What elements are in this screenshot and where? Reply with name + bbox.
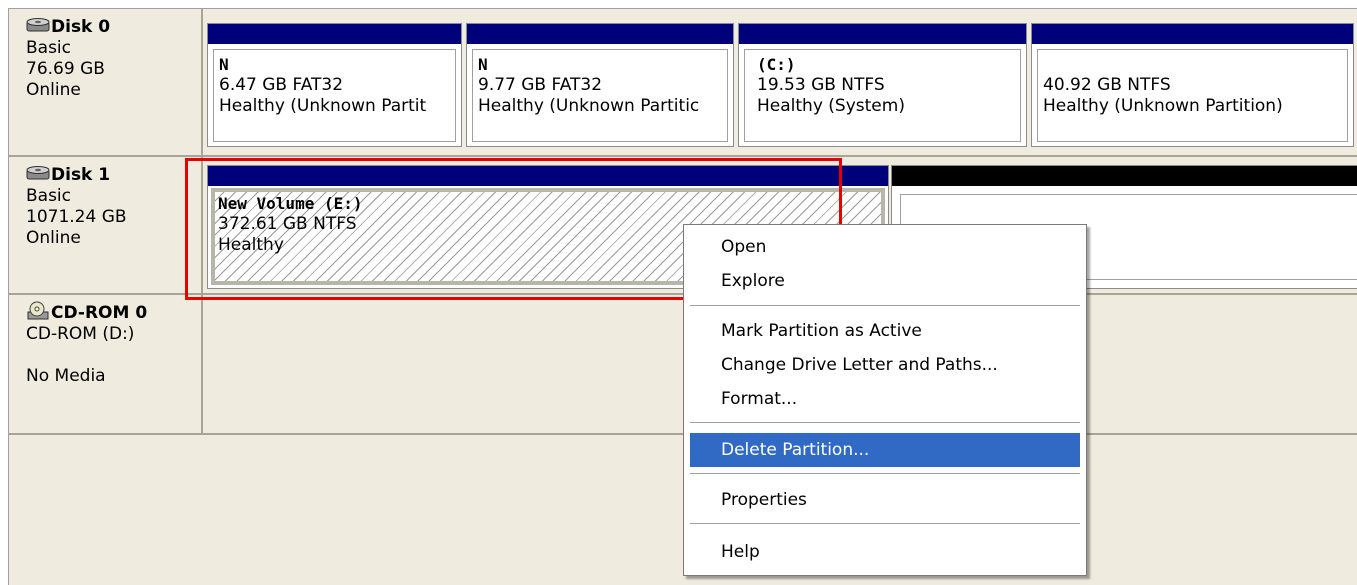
disk-type: Basic (26, 38, 72, 58)
disk-status: Online (26, 228, 81, 248)
partition-bar (208, 166, 888, 186)
menu-separator (690, 422, 1080, 423)
partition-body: 40.92 GB NTFS Healthy (Unknown Partition… (1037, 49, 1348, 142)
disk-name: Disk 1 (26, 165, 201, 186)
disk-row-disk-0: Disk 0 Basic 76.69 GB Online N 6.47 GB F… (9, 9, 1357, 156)
disk-size: 1071.24 GB (26, 207, 127, 227)
menu-item-explore[interactable]: Explore (690, 264, 1080, 298)
cdrom-icon (26, 301, 51, 327)
disk-info-disk-1[interactable]: Disk 1 Basic 1071.24 GB Online (9, 157, 203, 293)
partition-label: (C:) (757, 55, 796, 74)
partition-status: Healthy (System) (757, 96, 905, 116)
menu-separator (690, 473, 1080, 474)
disk-info-disk-0[interactable]: Disk 0 Basic 76.69 GB Online (9, 9, 203, 156)
partition-size: 6.47 GB FAT32 (219, 75, 344, 95)
menu-item-properties[interactable]: Properties (690, 483, 1080, 517)
disk-status: Online (26, 80, 81, 100)
partition-body: N 9.77 GB FAT32 Healthy (Unknown Partiti… (472, 49, 728, 142)
disk-status: No Media (26, 366, 106, 386)
menu-item-format[interactable]: Format... (690, 382, 1080, 416)
partition-size: 9.77 GB FAT32 (478, 75, 603, 95)
partition-label: N (478, 55, 488, 74)
disk-size (26, 345, 201, 366)
disk-size: 76.69 GB (26, 59, 105, 79)
partition-status: Healthy (Unknown Partition) (1043, 96, 1283, 116)
disk-type: CD-ROM (D:) (26, 324, 135, 344)
disk-info-cdrom-0[interactable]: CD-ROM 0 CD-ROM (D:) No Media (9, 295, 203, 433)
disk-name: CD-ROM 0 (26, 301, 201, 327)
partition-size: 40.92 GB NTFS (1043, 75, 1171, 95)
disk-icon (26, 17, 51, 39)
menu-item-help[interactable]: Help (690, 535, 1080, 569)
menu-item-change-drive-letter[interactable]: Change Drive Letter and Paths... (690, 348, 1080, 382)
menu-item-open[interactable]: Open (690, 230, 1080, 264)
partition-status: Healthy (Unknown Partitic (478, 96, 700, 116)
partition-body: N 6.47 GB FAT32 Healthy (Unknown Partit (213, 49, 456, 142)
partition-disk0-2[interactable]: N 9.77 GB FAT32 Healthy (Unknown Partiti… (466, 23, 734, 147)
partition-label: New Volume (E:) (218, 194, 363, 213)
partition-bar (208, 24, 461, 44)
partition-bar (739, 24, 1026, 44)
partition-label: N (219, 55, 229, 74)
partition-disk0-3[interactable]: (C:) 19.53 GB NTFS Healthy (System) (738, 23, 1027, 147)
menu-separator (690, 305, 1080, 306)
partition-bar (892, 166, 1357, 186)
disk-type: Basic (26, 186, 72, 206)
menu-separator (690, 523, 1080, 524)
menu-item-delete-partition[interactable]: Delete Partition... (690, 433, 1080, 467)
partition-bar (1032, 24, 1353, 44)
partition-disk0-1[interactable]: N 6.47 GB FAT32 Healthy (Unknown Partit (207, 23, 462, 147)
disk-icon (26, 165, 51, 187)
partition-disk0-4[interactable]: 40.92 GB NTFS Healthy (Unknown Partition… (1031, 23, 1354, 147)
menu-item-mark-active[interactable]: Mark Partition as Active (690, 314, 1080, 348)
partition-status: Healthy (Unknown Partit (219, 96, 427, 116)
disk-name: Disk 0 (26, 17, 201, 38)
partition-size: 19.53 GB NTFS (757, 75, 885, 95)
partition-body: (C:) 19.53 GB NTFS Healthy (System) (744, 49, 1021, 142)
partition-bar (467, 24, 733, 44)
context-menu: Open Explore Mark Partition as Active Ch… (683, 224, 1087, 576)
